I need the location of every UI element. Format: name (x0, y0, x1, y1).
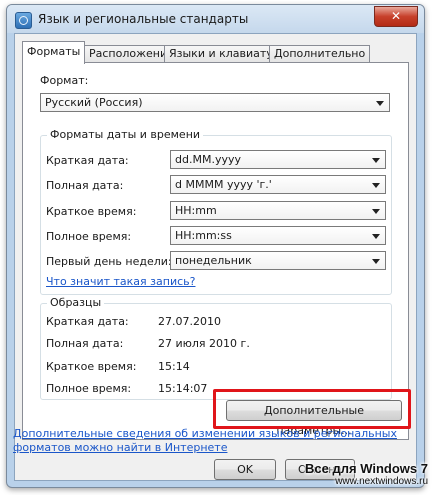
regional-settings-icon (15, 12, 32, 29)
sample-short-time-value: 15:14 (158, 360, 190, 373)
notation-help-link[interactable]: Что значит такая запись? (46, 275, 195, 288)
group-title: Образцы (47, 296, 105, 309)
short-time-label: Краткое время: (46, 205, 137, 218)
long-time-value: HH:mm:ss (175, 229, 232, 242)
watermark-url: www.nextwindows.ru (335, 476, 428, 487)
first-day-of-week-value: понедельник (175, 254, 252, 267)
sample-long-date-label: Полная дата: (46, 337, 124, 350)
formats-panel: Формат: Русский (Россия) Форматы даты и … (22, 62, 409, 440)
long-time-label: Полное время: (46, 230, 132, 243)
window-title: Язык и региональные стандарты (38, 12, 249, 26)
sample-long-date-value: 27 июля 2010 г. (158, 337, 250, 350)
more-info-link-line2[interactable]: форматов можно найти в Интернете (13, 441, 227, 454)
short-date-value: dd.MM.yyyy (175, 153, 241, 166)
format-label: Формат: (40, 74, 89, 87)
watermark: Все для Windows 7 www.nextwindows.ru (305, 461, 428, 487)
close-button[interactable]: ✕ (374, 6, 418, 27)
date-time-formats-group: Форматы даты и времени Краткая дата: dd.… (40, 128, 392, 295)
tab-formats[interactable]: Форматы (22, 41, 86, 64)
sample-short-date-value: 27.07.2010 (158, 315, 221, 328)
long-date-value: d MMMM yyyy 'г.' (175, 178, 272, 191)
chevron-down-icon (376, 101, 384, 106)
first-day-of-week-label: Первый день недели: (46, 255, 172, 268)
sample-short-date-label: Краткая дата: (46, 315, 129, 328)
tab-administrative[interactable]: Дополнительно (269, 45, 371, 63)
watermark-title: Все для Windows 7 (305, 461, 428, 476)
chevron-down-icon (372, 158, 380, 163)
long-date-label: Полная дата: (46, 179, 124, 192)
chevron-down-icon (372, 209, 380, 214)
sample-long-time-value: 15:14:07 (158, 382, 208, 395)
group-title: Форматы даты и времени (47, 128, 204, 141)
ok-button[interactable]: OK (214, 459, 276, 480)
short-time-select[interactable]: HH:mm (170, 201, 386, 220)
chevron-down-icon (372, 183, 380, 188)
first-day-of-week-select[interactable]: понедельник (170, 251, 386, 270)
short-date-label: Краткая дата: (46, 154, 129, 167)
chevron-down-icon (372, 259, 380, 264)
sample-long-time-label: Полное время: (46, 382, 132, 395)
long-date-select[interactable]: d MMMM yyyy 'г.' (170, 175, 386, 194)
chevron-down-icon (372, 234, 380, 239)
highlight-frame (213, 389, 411, 429)
format-select-value: Русский (Россия) (45, 96, 143, 109)
samples-group: Образцы Краткая дата: 27.07.2010 Полная … (40, 296, 392, 400)
long-time-select[interactable]: HH:mm:ss (170, 226, 386, 245)
sample-short-time-label: Краткое время: (46, 360, 137, 373)
title-bar[interactable]: Язык и региональные стандарты ✕ (7, 5, 424, 33)
format-select[interactable]: Русский (Россия) (40, 93, 390, 112)
short-time-value: HH:mm (175, 204, 217, 217)
short-date-select[interactable]: dd.MM.yyyy (170, 150, 386, 169)
